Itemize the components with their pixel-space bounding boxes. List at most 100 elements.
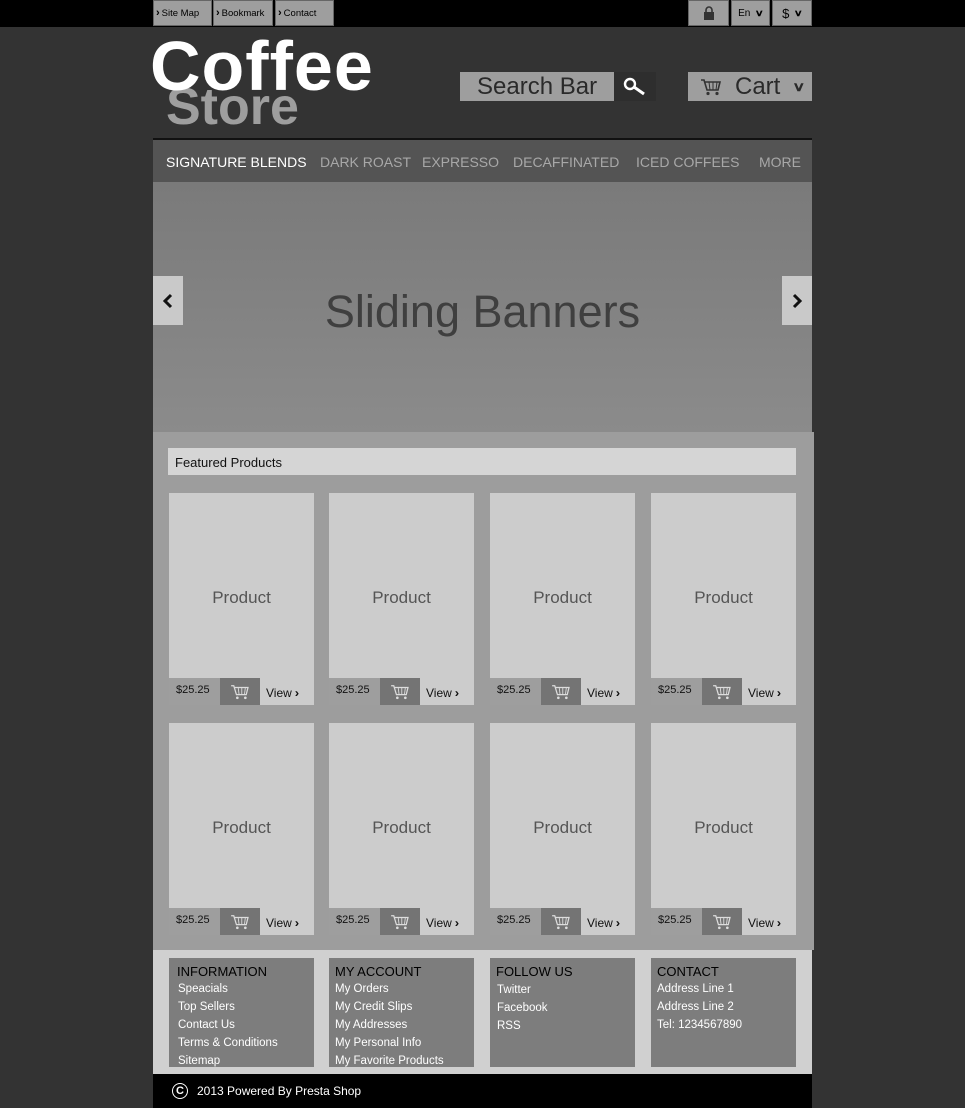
- cart-icon: [231, 684, 249, 699]
- featured-products-title: Featured Products: [168, 448, 796, 475]
- chevron-down-icon: ∨: [793, 7, 804, 18]
- banner-next-button[interactable]: [782, 276, 812, 325]
- nav-item-more[interactable]: MORE: [759, 154, 801, 170]
- product-card[interactable]: Product $25.25 View ›: [651, 723, 796, 935]
- product-card[interactable]: Product $25.25 View ›: [651, 493, 796, 705]
- footer-contact-list: Address Line 1 Address Line 2 Tel: 12345…: [657, 980, 742, 1034]
- product-card[interactable]: Product $25.25 View ›: [169, 723, 314, 935]
- footer-information-column: INFORMATION Speacials Top Sellers Contac…: [169, 958, 314, 1067]
- view-product-link[interactable]: View ›: [587, 916, 620, 930]
- chevron-right-icon: ›: [454, 916, 459, 930]
- add-to-cart-button[interactable]: [380, 678, 420, 705]
- search-icon: [623, 77, 645, 95]
- product-action-bar: $25.25 View ›: [651, 908, 796, 935]
- footer-link-list: Twitter Facebook RSS: [497, 981, 548, 1035]
- product-card[interactable]: Product $25.25 View ›: [490, 723, 635, 935]
- footer-link[interactable]: Terms & Conditions: [178, 1034, 278, 1052]
- contact-link[interactable]: › Contact: [275, 0, 334, 26]
- add-to-cart-button[interactable]: [380, 908, 420, 935]
- view-product-link[interactable]: View ›: [426, 916, 459, 930]
- footer-follow-us-column: FOLLOW US Twitter Facebook RSS: [490, 958, 635, 1067]
- view-label: View: [748, 916, 774, 930]
- product-name: Product: [372, 818, 431, 837]
- footer-link[interactable]: My Addresses: [335, 1016, 444, 1034]
- view-label: View: [266, 686, 292, 700]
- view-product-link[interactable]: View ›: [587, 686, 620, 700]
- language-select[interactable]: En ∨: [731, 0, 770, 26]
- chevron-right-icon: ›: [294, 686, 299, 700]
- banner-prev-button[interactable]: [153, 276, 183, 325]
- cart-dropdown[interactable]: Cart ∨: [688, 72, 812, 101]
- category-nav: SIGNATURE BLENDS DARK ROAST EXPRESSO DEC…: [153, 138, 812, 182]
- login-button[interactable]: [688, 0, 729, 26]
- footer-link[interactable]: Speacials: [178, 980, 278, 998]
- footer-link[interactable]: My Orders: [335, 980, 444, 998]
- view-label: View: [266, 916, 292, 930]
- footer-contact-column: CONTACT Address Line 1 Address Line 2 Te…: [651, 958, 796, 1067]
- cart-icon: [391, 914, 409, 929]
- chevron-right-icon: [792, 293, 803, 308]
- chevron-right-icon: ›: [776, 916, 781, 930]
- footer-link[interactable]: Top Sellers: [178, 998, 278, 1016]
- language-value: En: [738, 7, 751, 19]
- nav-item-signature-blends[interactable]: SIGNATURE BLENDS: [166, 154, 307, 170]
- footer-link-facebook[interactable]: Facebook: [497, 999, 548, 1017]
- product-price: $25.25: [169, 678, 220, 705]
- featured-products-section: Featured Products Product $25.25 View › P…: [153, 432, 814, 950]
- footer-link-list: Speacials Top Sellers Contact Us Terms &…: [178, 980, 278, 1070]
- cart-label: Cart: [735, 72, 781, 100]
- footer: INFORMATION Speacials Top Sellers Contac…: [153, 950, 812, 1074]
- currency-select[interactable]: $ ∨: [772, 0, 812, 26]
- chevron-down-icon: ∨: [792, 78, 806, 94]
- footer-link-rss[interactable]: RSS: [497, 1017, 548, 1035]
- footer-address-line: Address Line 1: [657, 983, 734, 995]
- footer-link[interactable]: My Favorite Products: [335, 1052, 444, 1070]
- chevron-right-icon: ›: [615, 686, 620, 700]
- product-price: $25.25: [651, 908, 702, 935]
- view-product-link[interactable]: View ›: [426, 686, 459, 700]
- nav-item-expresso[interactable]: EXPRESSO: [422, 154, 499, 170]
- cart-icon: [701, 78, 722, 95]
- nav-item-iced-coffees[interactable]: ICED COFFEES: [636, 154, 739, 170]
- view-product-link[interactable]: View ›: [266, 686, 299, 700]
- product-card[interactable]: Product $25.25 View ›: [169, 493, 314, 705]
- footer-my-account-column: MY ACCOUNT My Orders My Credit Slips My …: [329, 958, 474, 1067]
- lock-icon: [703, 6, 714, 20]
- view-product-link[interactable]: View ›: [748, 916, 781, 930]
- chevron-down-icon: ∨: [754, 7, 765, 18]
- product-price: $25.25: [490, 678, 541, 705]
- footer-link-twitter[interactable]: Twitter: [497, 981, 548, 999]
- product-card[interactable]: Product $25.25 View ›: [329, 723, 474, 935]
- search-label: Search Bar: [477, 73, 598, 100]
- add-to-cart-button[interactable]: [541, 678, 581, 705]
- cart-icon: [231, 914, 249, 929]
- search-bar[interactable]: Search Bar: [460, 72, 656, 101]
- add-to-cart-button[interactable]: [702, 678, 742, 705]
- nav-item-dark-roast[interactable]: DARK ROAST: [320, 154, 411, 170]
- sliding-banner[interactable]: Sliding Banners: [153, 182, 812, 432]
- bookmark-link[interactable]: › Bookmark: [213, 0, 273, 26]
- footer-link[interactable]: My Credit Slips: [335, 998, 444, 1016]
- logo-coffee-text[interactable]: Coffee: [150, 26, 374, 106]
- footer-link[interactable]: Contact Us: [178, 1016, 278, 1034]
- product-name: Product: [694, 818, 753, 837]
- add-to-cart-button[interactable]: [220, 908, 260, 935]
- add-to-cart-button[interactable]: [702, 908, 742, 935]
- nav-item-decaffinated[interactable]: DECAFFINATED: [513, 154, 619, 170]
- view-product-link[interactable]: View ›: [266, 916, 299, 930]
- search-button[interactable]: [614, 72, 656, 101]
- product-price: $25.25: [169, 908, 220, 935]
- site-map-link[interactable]: › Site Map: [153, 0, 212, 26]
- footer-link[interactable]: Sitemap: [178, 1052, 278, 1070]
- add-to-cart-button[interactable]: [220, 678, 260, 705]
- view-label: View: [587, 916, 613, 930]
- product-action-bar: $25.25 View ›: [169, 678, 314, 705]
- add-to-cart-button[interactable]: [541, 908, 581, 935]
- product-card[interactable]: Product $25.25 View ›: [490, 493, 635, 705]
- view-product-link[interactable]: View ›: [748, 686, 781, 700]
- footer-link[interactable]: My Personal Info: [335, 1034, 444, 1052]
- product-action-bar: $25.25 View ›: [329, 908, 474, 935]
- product-card[interactable]: Product $25.25 View ›: [329, 493, 474, 705]
- product-name: Product: [372, 588, 431, 607]
- bookmark-label: Bookmark: [221, 7, 265, 19]
